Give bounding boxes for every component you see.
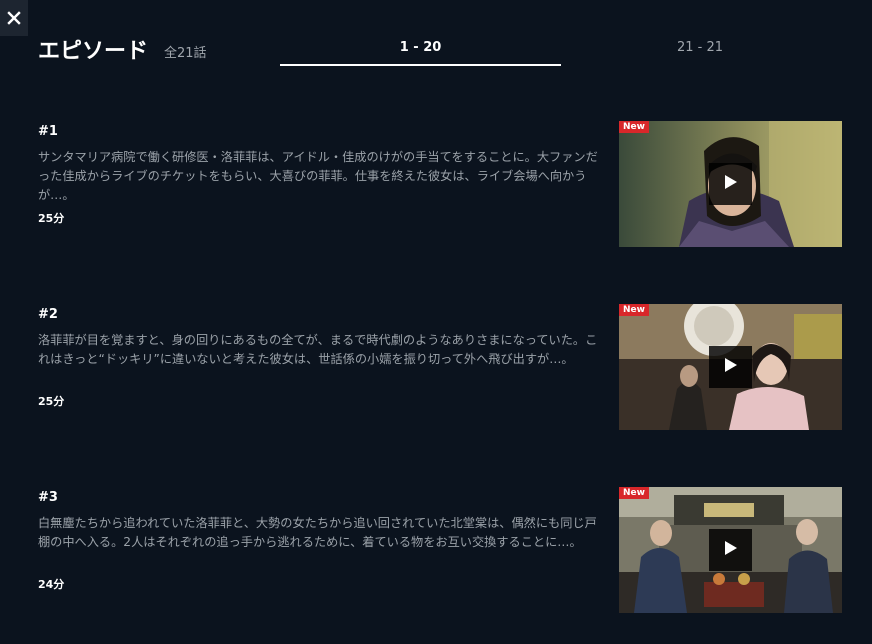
episode-duration: 25分 — [38, 395, 65, 408]
play-icon — [724, 540, 738, 560]
play-button[interactable] — [709, 163, 752, 205]
episode-duration: 25分 — [38, 212, 65, 225]
close-button[interactable] — [0, 0, 28, 36]
play-button[interactable] — [709, 529, 752, 571]
play-button[interactable] — [709, 346, 752, 388]
page-title: エピソード — [38, 39, 149, 64]
new-badge: New — [619, 304, 649, 316]
episode-item: #2 洛菲菲が目を覚ますと、身の回りにあるもの全てが、まるで時代劇のようなありさ… — [38, 304, 842, 430]
episode-number: #3 — [38, 490, 58, 505]
episode-thumbnail[interactable]: New — [619, 121, 842, 247]
episode-list-page: エピソード 全21話 1 - 20 21 - 21 #1 サンタマリア病院で働く… — [0, 0, 872, 644]
episode-duration: 24分 — [38, 578, 65, 591]
episode-item: #1 サンタマリア病院で働く研修医・洛菲菲は、アイドル・佳成のけがの手当てをする… — [38, 121, 842, 247]
close-icon — [7, 11, 21, 25]
episode-description[interactable]: 洛菲菲が目を覚ますと、身の回りにあるもの全てが、まるで時代劇のようなありさまにな… — [38, 331, 598, 369]
episode-count: 全21話 — [164, 46, 207, 61]
episode-number: #1 — [38, 124, 58, 139]
episode-thumbnail[interactable]: New — [619, 304, 842, 430]
episode-item: #3 白無塵たちから追われていた洛菲菲と、大勢の女たちから追い回されていた北堂棠… — [38, 487, 842, 613]
new-badge: New — [619, 487, 649, 499]
episode-thumbnail[interactable]: New — [619, 487, 842, 613]
active-tab-indicator — [280, 64, 561, 66]
new-badge: New — [619, 121, 649, 133]
tab-episodes-1-20[interactable]: 1 - 20 — [280, 40, 561, 55]
play-icon — [724, 174, 738, 194]
episode-number: #2 — [38, 307, 58, 322]
tab-episodes-21-21[interactable]: 21 - 21 — [580, 40, 820, 55]
play-icon — [724, 357, 738, 377]
episode-description[interactable]: 白無塵たちから追われていた洛菲菲と、大勢の女たちから追い回されていた北堂棠は、偶… — [38, 514, 598, 552]
episode-description[interactable]: サンタマリア病院で働く研修医・洛菲菲は、アイドル・佳成のけがの手当てをすることに… — [38, 148, 598, 205]
